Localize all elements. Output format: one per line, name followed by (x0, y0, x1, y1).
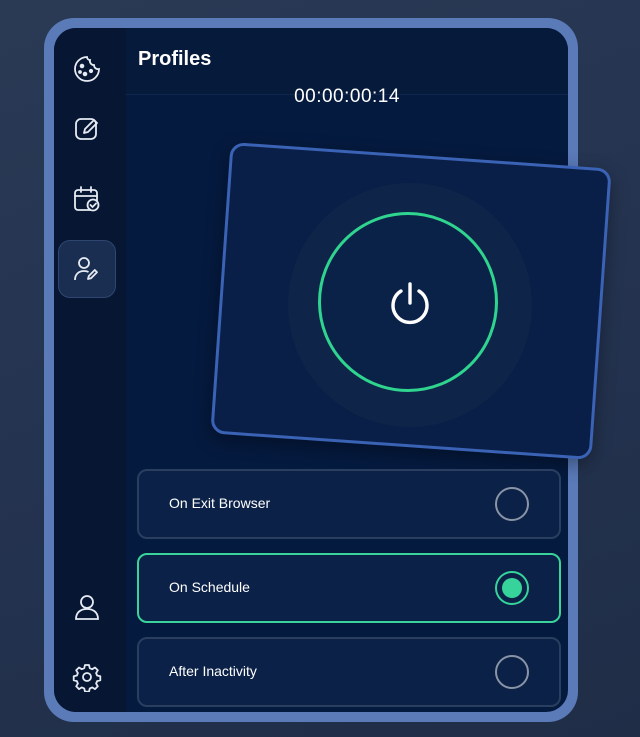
cookie-icon (74, 56, 100, 82)
user-icon (75, 595, 99, 620)
header: Profiles (126, 28, 568, 95)
option-label: On Schedule (169, 579, 250, 595)
gear-icon (72, 664, 102, 692)
sidebar-item-edit[interactable] (58, 100, 116, 158)
option-on-schedule[interactable]: On Schedule (137, 553, 561, 623)
sidebar (54, 28, 126, 712)
page-title: Profiles (138, 48, 212, 70)
sidebar-item-schedule[interactable] (58, 170, 116, 228)
power-button[interactable] (318, 212, 498, 392)
power-icon (391, 282, 429, 325)
sidebar-item-settings[interactable] (58, 648, 116, 706)
radio-dot (502, 578, 522, 598)
sidebar-item-cookies[interactable] (58, 40, 116, 98)
radio-button[interactable] (495, 487, 529, 521)
option-on-exit-browser[interactable]: On Exit Browser (137, 469, 561, 539)
radio-button[interactable] (495, 655, 529, 689)
option-after-inactivity[interactable]: After Inactivity (137, 637, 561, 707)
sidebar-item-account[interactable] (58, 578, 116, 636)
session-timer: 00:00:00:14 (294, 86, 400, 107)
sidebar-item-profiles[interactable] (58, 240, 116, 298)
calendar-check-icon (74, 186, 100, 212)
option-label: After Inactivity (169, 663, 257, 679)
edit-icon (75, 118, 98, 140)
option-label: On Exit Browser (169, 495, 271, 511)
radio-button[interactable] (495, 571, 529, 605)
user-edit-icon (74, 257, 98, 281)
